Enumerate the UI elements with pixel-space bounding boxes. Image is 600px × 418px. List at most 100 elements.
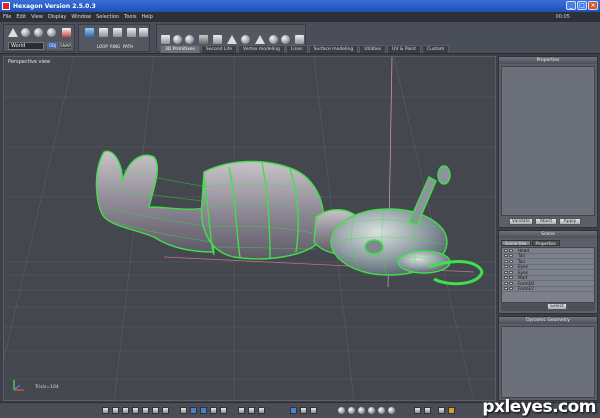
path-button[interactable]: PATH: [123, 44, 133, 50]
visibility-icon[interactable]: [504, 270, 508, 274]
view-split-icon[interactable]: [112, 407, 119, 414]
lock-icon[interactable]: [509, 281, 513, 285]
visibility-icon[interactable]: [504, 248, 508, 252]
visibility-icon[interactable]: [504, 254, 508, 258]
box-primitive-icon[interactable]: [295, 35, 304, 44]
pyramid-primitive-icon[interactable]: [255, 35, 265, 44]
menu-file[interactable]: File: [3, 14, 11, 20]
visibility-icon[interactable]: [504, 265, 508, 269]
sphere-select-icon[interactable]: [47, 28, 56, 37]
layout-c-icon[interactable]: [200, 407, 207, 414]
plane-primitive-icon[interactable]: [199, 35, 208, 44]
list-item[interactable]: Form17: [502, 286, 594, 292]
tab-vertex-modeling[interactable]: Vertex modeling: [238, 45, 285, 53]
visibility-icon[interactable]: [504, 281, 508, 285]
view-top-icon[interactable]: [132, 407, 139, 414]
shade-render-icon[interactable]: [388, 407, 395, 414]
tab-scene-tree[interactable]: Scene tree: [501, 240, 531, 246]
view-single-icon[interactable]: [102, 407, 109, 414]
layout-b-icon[interactable]: [190, 407, 197, 414]
view-quad-icon[interactable]: [122, 407, 129, 414]
sphere-primitive-icon[interactable]: [173, 35, 182, 44]
layout-e-icon[interactable]: [220, 407, 227, 414]
render-icon[interactable]: [448, 407, 455, 414]
apply-button[interactable]: Apply: [559, 218, 581, 225]
cube-mode-icon[interactable]: [85, 28, 94, 37]
menu-help[interactable]: Help: [141, 14, 152, 20]
menu-view[interactable]: View: [31, 14, 43, 20]
tab-surface-modeling[interactable]: Surface modeling: [308, 45, 359, 53]
ring-button[interactable]: RING: [110, 44, 120, 50]
torus-primitive-icon[interactable]: [241, 35, 250, 44]
face-mode-icon[interactable]: [127, 28, 136, 37]
abort-button[interactable]: Abort: [535, 218, 557, 225]
vertex-mode-icon[interactable]: [99, 28, 108, 37]
loop-button[interactable]: LOOP: [97, 44, 108, 50]
coordinate-system-select[interactable]: World: [8, 42, 44, 50]
all-mode-icon[interactable]: [139, 28, 148, 37]
cube-primitive-icon[interactable]: [161, 35, 170, 44]
face-select-icon[interactable]: [62, 28, 71, 37]
pointer-mode-icon[interactable]: [290, 407, 297, 414]
close-button[interactable]: ×: [588, 1, 598, 10]
perspective-viewport[interactable]: Perspective view Tris/s=104: [3, 56, 496, 401]
shade-smooth-icon[interactable]: [358, 407, 365, 414]
pencil-icon[interactable]: [21, 28, 30, 37]
cone-primitive-icon[interactable]: [227, 35, 237, 44]
shadow-icon[interactable]: [424, 407, 431, 414]
maximize-button[interactable]: □: [577, 1, 587, 10]
lock-icon[interactable]: [509, 276, 513, 280]
tab-uv-paint[interactable]: UV & Paint: [387, 45, 422, 53]
view-side-icon[interactable]: [152, 407, 159, 414]
tab-utilities[interactable]: Utilities: [359, 45, 387, 53]
lock-icon[interactable]: [509, 287, 513, 291]
edge-mode-icon[interactable]: [113, 28, 122, 37]
obj-button[interactable]: OBJ: [47, 42, 58, 49]
snap-edge-icon[interactable]: [258, 407, 265, 414]
shade-flat-icon[interactable]: [348, 407, 355, 414]
lock-icon[interactable]: [509, 270, 513, 274]
watermark: pxleyes.com: [482, 397, 596, 417]
menu-display[interactable]: Display: [48, 14, 66, 20]
view-camera-icon[interactable]: [162, 407, 169, 414]
layout-d-icon[interactable]: [210, 407, 217, 414]
lock-icon[interactable]: [509, 254, 513, 258]
visibility-icon[interactable]: [504, 276, 508, 280]
shade-lit-icon[interactable]: [378, 407, 385, 414]
shade-texture-icon[interactable]: [368, 407, 375, 414]
lock-icon[interactable]: [509, 265, 513, 269]
menu-window[interactable]: Window: [71, 14, 91, 20]
tab-lines[interactable]: Lines: [285, 45, 308, 53]
lock-icon[interactable]: [509, 248, 513, 252]
lock-icon[interactable]: [509, 259, 513, 263]
menu-edit[interactable]: Edit: [16, 14, 26, 20]
disc-primitive-icon[interactable]: [269, 35, 278, 44]
tab-second-life[interactable]: Second Life: [200, 45, 238, 53]
validate-button[interactable]: Validate: [509, 218, 533, 225]
light-icon[interactable]: [414, 407, 421, 414]
view-front-icon[interactable]: [142, 407, 149, 414]
rotate-mode-icon[interactable]: [310, 407, 317, 414]
lasso-icon[interactable]: [34, 28, 43, 37]
tube-primitive-icon[interactable]: [281, 35, 290, 44]
menu-tools[interactable]: Tools: [124, 14, 136, 20]
tab-3d-primitives[interactable]: 3D Primitives: [160, 45, 200, 53]
visibility-icon[interactable]: [504, 287, 508, 291]
snap-point-icon[interactable]: [248, 407, 255, 414]
minimize-button[interactable]: _: [566, 1, 576, 10]
select-arrow-icon[interactable]: [8, 28, 18, 37]
select-button[interactable]: Select: [547, 303, 567, 310]
camera-icon[interactable]: [438, 407, 445, 414]
cylinder-primitive-icon[interactable]: [213, 35, 222, 44]
visibility-icon[interactable]: [504, 259, 508, 263]
tab-scene-properties[interactable]: Properties: [531, 240, 560, 246]
layout-a-icon[interactable]: [180, 407, 187, 414]
menu-selection[interactable]: Selection: [96, 14, 119, 20]
snap-grid-icon[interactable]: [238, 407, 245, 414]
geosphere-primitive-icon[interactable]: [185, 35, 194, 44]
clock-readout: 00:05: [555, 14, 570, 20]
move-mode-icon[interactable]: [300, 407, 307, 414]
shade-wire-icon[interactable]: [338, 407, 345, 414]
snap-button[interactable]: SNAP: [59, 42, 72, 49]
tab-custom[interactable]: Custom: [422, 45, 450, 53]
